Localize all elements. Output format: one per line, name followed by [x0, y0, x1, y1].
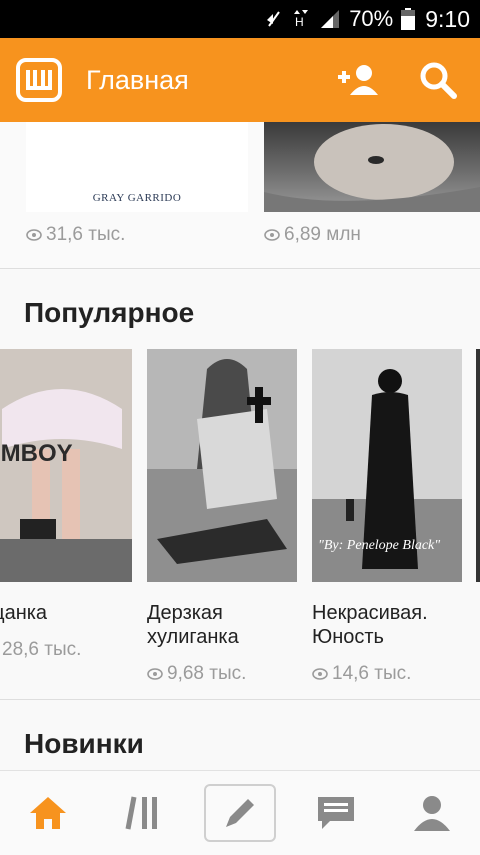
messages-icon — [318, 797, 354, 829]
book-cover-gray-garrido[interactable]: GRAY GARRIDO — [26, 122, 248, 212]
add-user-button[interactable] — [328, 50, 388, 110]
app-bar: Главная — [0, 38, 480, 122]
popular-section: Популярное OMBOY ацанка 28,6 тыс. — [0, 269, 480, 699]
library-icon — [125, 796, 157, 830]
book-card[interactable]: OMBOY ацанка 28,6 тыс. — [0, 349, 132, 661]
section-title-popular: Популярное — [24, 297, 195, 328]
search-icon — [420, 62, 457, 99]
mute-icon — [267, 11, 281, 27]
eye-icon — [264, 229, 280, 241]
views-count: 6,89 млн — [264, 224, 361, 246]
eye-icon — [147, 668, 163, 680]
home-icon — [30, 797, 66, 829]
book-card[interactable]: "By: Penelope Black" Некрасивая. Юность … — [312, 349, 462, 685]
logo-icon[interactable] — [16, 58, 62, 102]
book-card-partial[interactable] — [476, 349, 480, 582]
views-count: 31,6 тыс. — [26, 224, 125, 246]
section-title-new: Новинки — [24, 728, 144, 759]
signal-icon — [321, 10, 340, 28]
cover-title: GRAY GARRIDO — [92, 192, 182, 204]
bottom-nav — [0, 770, 480, 855]
network-h-icon: H — [294, 10, 309, 29]
book-card[interactable]: Дерзкая хулиганка 9,68 тыс. — [147, 349, 297, 685]
book-title: Некрасивая. Юность — [312, 602, 428, 648]
status-icons: H 70% — [263, 6, 416, 32]
logo-w-glyph — [26, 70, 52, 90]
battery-percent: 70% — [349, 6, 394, 31]
add-user-icon — [338, 65, 378, 95]
clock: 9:10 — [425, 5, 470, 32]
views-count: 28,6 тыс. — [2, 639, 82, 660]
cover-illustration — [264, 124, 480, 212]
nav-compose-button[interactable] — [204, 784, 276, 842]
nav-library-button[interactable] — [108, 784, 180, 842]
book-cover: "By: Penelope Black" — [312, 349, 462, 582]
nav-messages-button[interactable] — [300, 784, 372, 842]
battery-icon — [401, 8, 416, 30]
top-cards-row: GRAY GARRIDO 31,6 тыс. 6,89 млн — [0, 122, 480, 268]
search-button[interactable] — [408, 50, 468, 110]
compose-icon — [226, 799, 254, 827]
book-title: ацанка — [0, 602, 48, 624]
views-count: 9,68 тыс. — [147, 663, 297, 685]
nav-profile-button[interactable] — [396, 784, 468, 842]
app-bar-actions — [328, 50, 480, 110]
book-cover — [147, 349, 297, 582]
nav-home-button[interactable] — [12, 784, 84, 842]
page-title: Главная — [86, 64, 189, 95]
eye-icon — [312, 668, 328, 680]
cover-text: OMBOY — [0, 440, 73, 467]
views-count: 14,6 тыс. — [312, 663, 462, 685]
book-title: Дерзкая хулиганка — [147, 602, 239, 648]
profile-icon — [414, 796, 450, 831]
book-cover-face[interactable] — [264, 122, 480, 212]
svg-text:H: H — [295, 15, 304, 29]
book-cover: OMBOY — [0, 349, 132, 582]
main-content[interactable]: GRAY GARRIDO 31,6 тыс. 6,89 млн Популярн… — [0, 122, 480, 770]
divider — [0, 699, 480, 700]
cover-text: "By: Penelope Black" — [318, 538, 440, 553]
eye-icon — [26, 229, 42, 241]
status-bar: H 70% 9:10 — [0, 0, 480, 38]
